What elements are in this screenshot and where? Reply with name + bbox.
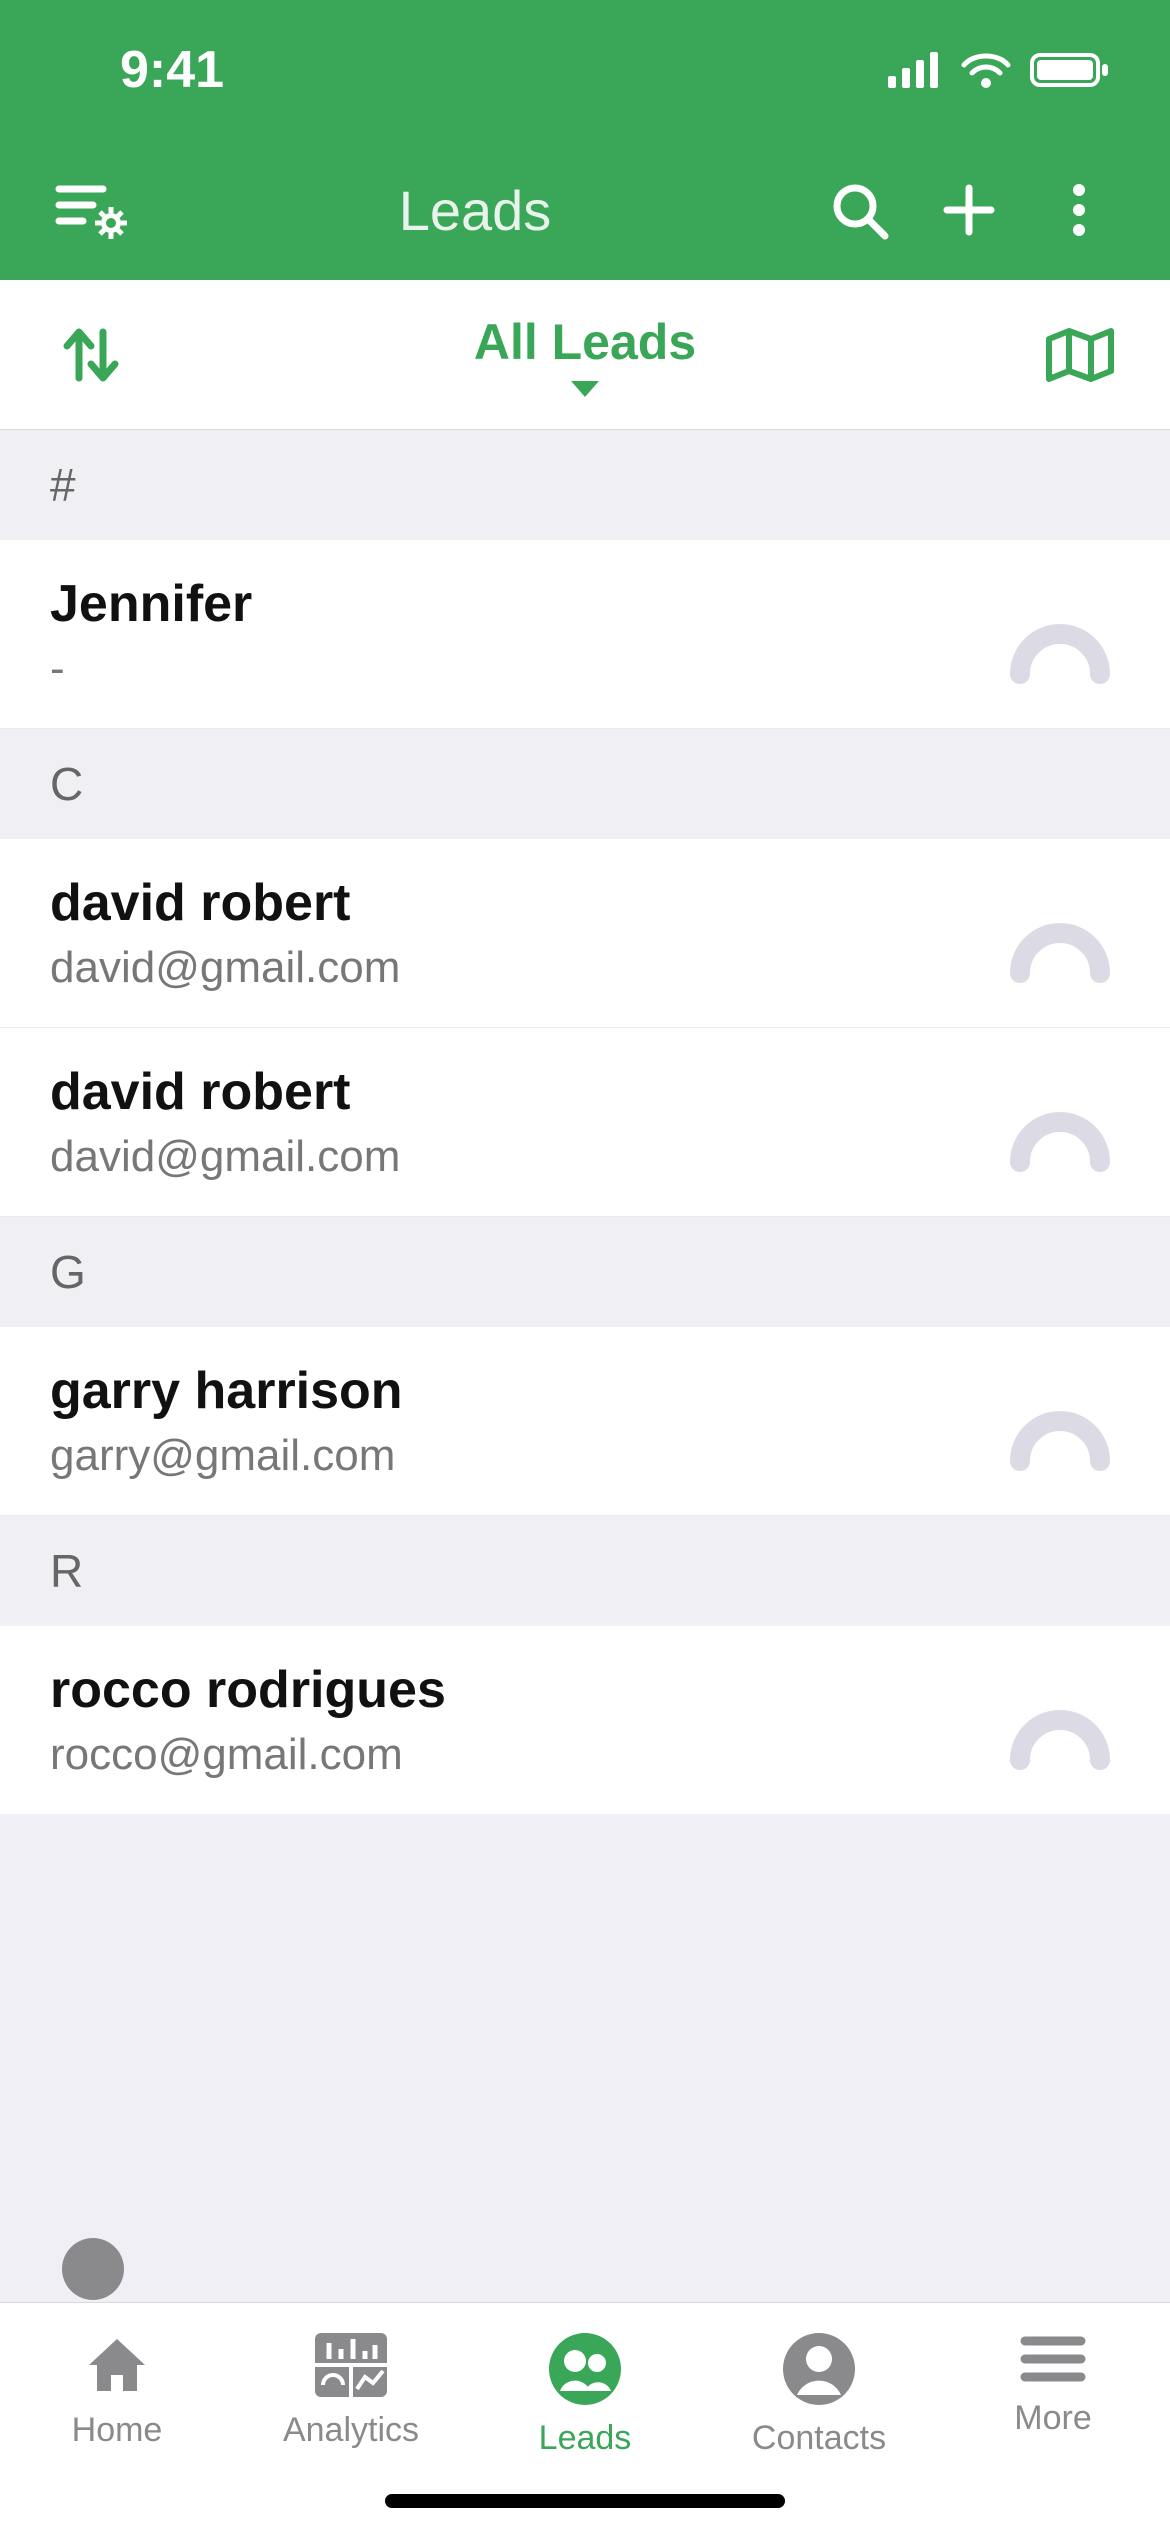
overflow-menu-button[interactable] bbox=[1034, 165, 1124, 255]
add-button[interactable] bbox=[924, 165, 1014, 255]
map-view-button[interactable] bbox=[1040, 327, 1120, 383]
leads-icon bbox=[545, 2329, 625, 2409]
nav-label: Contacts bbox=[752, 2419, 886, 2458]
sort-icon bbox=[57, 322, 123, 388]
lead-row[interactable]: rocco rodrigues rocco@gmail.com bbox=[0, 1626, 1170, 1814]
lead-row[interactable]: david robert david@gmail.com bbox=[0, 1028, 1170, 1217]
avatar-placeholder-icon bbox=[1000, 873, 1120, 993]
app-header: Leads bbox=[0, 140, 1170, 280]
lead-sub: - bbox=[50, 644, 1000, 694]
lead-sub: rocco@gmail.com bbox=[50, 1730, 1000, 1780]
chevron-down-icon bbox=[571, 381, 599, 397]
section-header: C bbox=[0, 729, 1170, 839]
home-icon bbox=[81, 2329, 153, 2401]
nav-contacts[interactable]: Contacts bbox=[702, 2329, 936, 2458]
lead-sub: david@gmail.com bbox=[50, 943, 1000, 993]
nav-home[interactable]: Home bbox=[0, 2329, 234, 2450]
lead-name: david robert bbox=[50, 873, 1000, 933]
lead-name: david robert bbox=[50, 1062, 1000, 1122]
lead-row[interactable]: david robert david@gmail.com bbox=[0, 839, 1170, 1028]
avatar-placeholder-icon bbox=[1000, 1361, 1120, 1481]
plus-icon bbox=[941, 182, 997, 238]
settings-list-button[interactable] bbox=[46, 165, 136, 255]
lead-sub: david@gmail.com bbox=[50, 1132, 1000, 1182]
contacts-icon bbox=[779, 2329, 859, 2409]
page-title: Leads bbox=[136, 178, 814, 243]
section-header: R bbox=[0, 1516, 1170, 1626]
lead-name: Jennifer bbox=[50, 574, 1000, 634]
avatar-placeholder-icon bbox=[1000, 1660, 1120, 1780]
lead-row[interactable]: garry harrison garry@gmail.com bbox=[0, 1327, 1170, 1516]
battery-icon bbox=[1030, 51, 1110, 89]
nav-label: More bbox=[1014, 2399, 1091, 2438]
section-header: # bbox=[0, 430, 1170, 540]
nav-more[interactable]: More bbox=[936, 2329, 1170, 2438]
lead-sub: garry@gmail.com bbox=[50, 1431, 1000, 1481]
lead-row[interactable]: Jennifer - bbox=[0, 540, 1170, 729]
nav-label: Home bbox=[72, 2411, 163, 2450]
nav-label: Analytics bbox=[283, 2411, 419, 2450]
lead-name: garry harrison bbox=[50, 1361, 1000, 1421]
sort-button[interactable] bbox=[50, 322, 130, 388]
lead-name: rocco rodrigues bbox=[50, 1660, 1000, 1720]
nav-analytics[interactable]: Analytics bbox=[234, 2329, 468, 2450]
analytics-icon bbox=[311, 2329, 391, 2401]
avatar-placeholder-icon bbox=[1000, 574, 1120, 694]
wifi-icon bbox=[960, 51, 1012, 89]
bottom-nav: Home Analytics Leads Contacts More bbox=[0, 2302, 1170, 2532]
filter-bar: All Leads bbox=[0, 280, 1170, 430]
filter-label: All Leads bbox=[474, 313, 696, 371]
status-right-icons bbox=[888, 51, 1110, 89]
leads-list[interactable]: # Jennifer - C david robert david@gmail.… bbox=[0, 430, 1170, 2302]
settings-list-icon bbox=[55, 181, 127, 239]
search-icon bbox=[829, 180, 889, 240]
nav-leads[interactable]: Leads bbox=[468, 2329, 702, 2458]
search-button[interactable] bbox=[814, 165, 904, 255]
map-icon bbox=[1045, 327, 1115, 383]
filter-dropdown[interactable]: All Leads bbox=[130, 313, 1040, 397]
status-time: 9:41 bbox=[120, 40, 224, 100]
menu-icon bbox=[1017, 2329, 1089, 2389]
more-vertical-icon bbox=[1069, 182, 1089, 238]
status-bar: 9:41 bbox=[0, 0, 1170, 140]
floating-dot bbox=[62, 2238, 124, 2300]
cellular-icon bbox=[888, 52, 942, 88]
avatar-placeholder-icon bbox=[1000, 1062, 1120, 1182]
section-header: G bbox=[0, 1217, 1170, 1327]
home-indicator bbox=[385, 2494, 785, 2508]
nav-label: Leads bbox=[539, 2419, 632, 2458]
